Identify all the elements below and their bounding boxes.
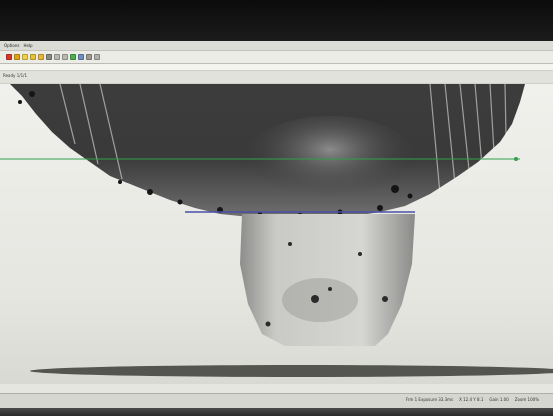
menu-help[interactable]: Help — [23, 41, 32, 50]
status-gain: Gain 1.00 — [489, 397, 509, 402]
ruler-icon[interactable] — [78, 54, 84, 60]
measure-icon[interactable] — [86, 54, 92, 60]
stop-icon[interactable] — [6, 54, 12, 60]
menu-bar: Options Help — [0, 41, 553, 51]
info-text: Ready 1/1/1 — [3, 73, 28, 78]
record-icon[interactable] — [14, 54, 20, 60]
xray-image — [0, 84, 553, 384]
status-zoom: Zoom 100% — [514, 397, 539, 402]
menu-options[interactable]: Options — [4, 41, 19, 50]
stem-inclusion — [282, 278, 358, 322]
toolbar — [0, 51, 553, 64]
grid-icon[interactable] — [70, 54, 76, 60]
info-line: Ready 1/1/1 — [0, 71, 553, 84]
monitor-bezel-bottom — [0, 408, 553, 416]
snapshot-icon[interactable] — [30, 54, 36, 60]
brightness-icon[interactable] — [46, 54, 52, 60]
application-window: Options Help Ready 1/1/1 Frm 1 Exposure … — [0, 41, 553, 409]
status-bar: Frm 1 Exposure 33.3ms X 12.4 Y 8.1 Gain … — [0, 393, 553, 409]
status-coords: X 12.4 Y 8.1 — [459, 397, 484, 402]
base-plate-edge — [30, 365, 553, 377]
status-frame: Frm 1 Exposure 33.3ms — [405, 397, 454, 402]
contrast-icon[interactable] — [38, 54, 44, 60]
settings-icon[interactable] — [94, 54, 100, 60]
zoom-out-icon[interactable] — [62, 54, 68, 60]
green-guide-handle[interactable] — [514, 157, 518, 161]
secondary-toolbar — [0, 64, 553, 71]
zoom-in-icon[interactable] — [54, 54, 60, 60]
play-icon[interactable] — [22, 54, 28, 60]
image-viewport[interactable] — [0, 84, 553, 384]
monitor-bezel-top — [0, 0, 553, 42]
inner-lighter-region — [240, 116, 420, 212]
